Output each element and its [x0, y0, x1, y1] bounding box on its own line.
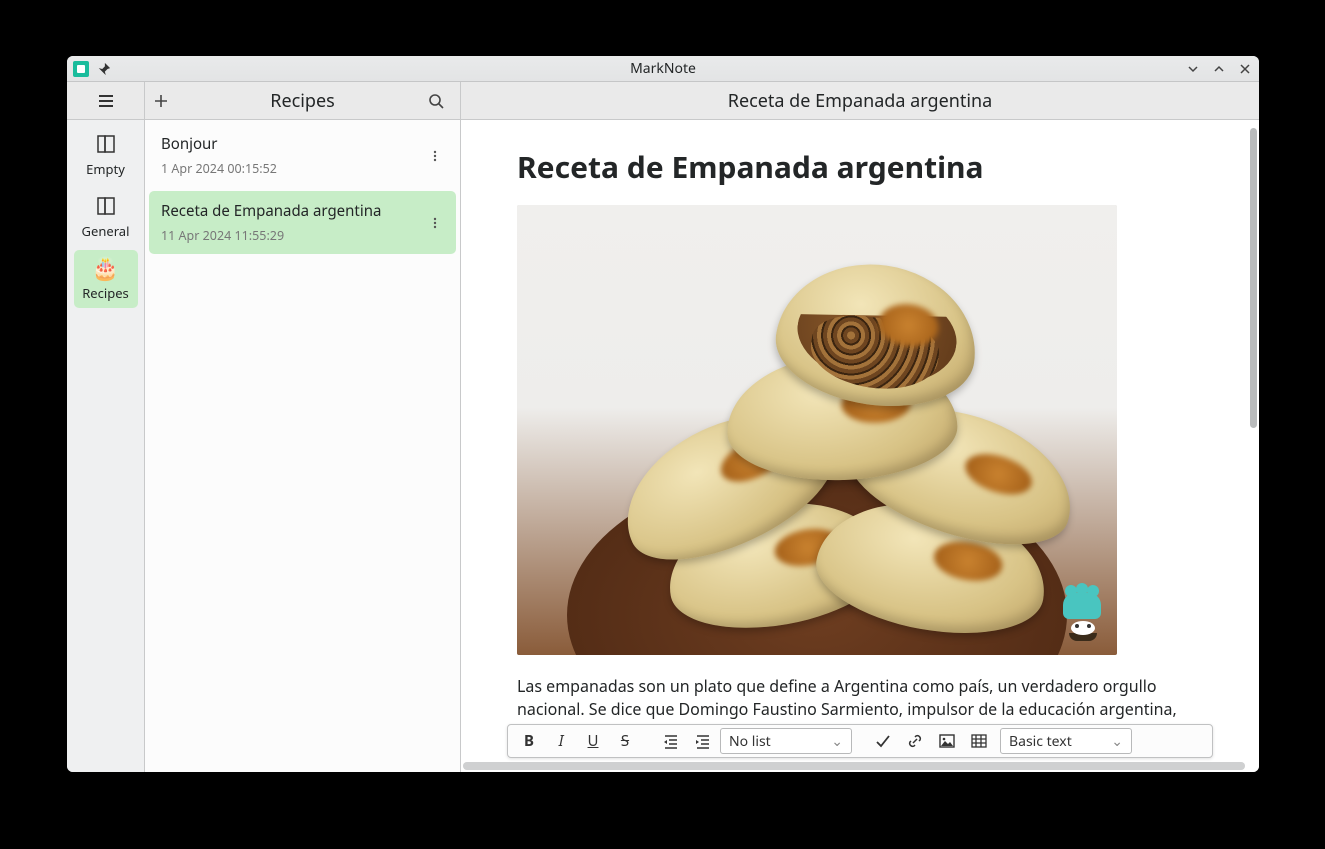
document-heading: Receta de Empanada argentina — [517, 146, 1203, 187]
chef-watermark-icon — [1063, 593, 1103, 641]
image-icon — [939, 733, 955, 749]
app-window: MarkNote Recipes Receta de Empanada arge… — [67, 56, 1259, 772]
check-icon — [875, 733, 891, 749]
window-title: MarkNote — [67, 59, 1259, 78]
note-more-button[interactable] — [426, 149, 444, 163]
chevron-down-icon: ⌄ — [1111, 732, 1123, 751]
document-image — [517, 205, 1117, 655]
main-body: Empty General 🎂 Recipes Bonjour 1 Apr 2024 0… — [67, 120, 1259, 772]
link-button[interactable] — [900, 728, 930, 754]
notes-header-label: Recipes — [177, 89, 428, 113]
minimize-button[interactable] — [1185, 61, 1201, 77]
checkmark-button[interactable] — [868, 728, 898, 754]
image-button[interactable] — [932, 728, 962, 754]
note-title: Receta de Empanada argentina — [161, 201, 418, 221]
app-icon — [73, 61, 89, 77]
link-icon — [907, 733, 923, 749]
note-more-button[interactable] — [426, 216, 444, 230]
italic-button[interactable]: I — [546, 728, 576, 754]
more-vertical-icon — [428, 216, 442, 230]
category-label: Recipes — [82, 284, 129, 302]
category-general[interactable]: General — [74, 188, 138, 246]
hamburger-icon — [97, 92, 115, 110]
strikethrough-button[interactable]: S — [610, 728, 640, 754]
table-button[interactable] — [964, 728, 994, 754]
category-empty[interactable]: Empty — [74, 126, 138, 184]
toolbar: Recipes Receta de Empanada argentina — [67, 82, 1259, 120]
pin-icon[interactable] — [97, 62, 111, 76]
editor-content[interactable]: Receta de Empanada argentina Las empanad… — [461, 120, 1259, 772]
indent-increase-icon — [695, 733, 711, 749]
editor-pane: Receta de Empanada argentina Las empanad… — [461, 120, 1259, 772]
scrollbar-vertical[interactable] — [1250, 128, 1257, 428]
text-style-label: Basic text — [1009, 732, 1072, 751]
format-toolbar: B I U S No list ⌄ — [507, 724, 1213, 758]
category-label: General — [82, 222, 130, 240]
notes-header: Recipes — [145, 82, 461, 119]
notes-list: Bonjour 1 Apr 2024 00:15:52 Receta de Empa… — [145, 120, 461, 772]
note-date: 1 Apr 2024 00:15:52 — [161, 160, 418, 177]
table-icon — [971, 733, 987, 749]
search-button[interactable] — [428, 93, 452, 109]
list-style-label: No list — [729, 732, 771, 751]
cake-icon: 🎂 — [94, 256, 118, 280]
category-recipes[interactable]: 🎂 Recipes — [74, 250, 138, 308]
note-item[interactable]: Bonjour 1 Apr 2024 00:15:52 — [149, 124, 456, 187]
close-button[interactable] — [1237, 61, 1253, 77]
window-controls — [1185, 61, 1253, 77]
bold-button[interactable]: B — [514, 728, 544, 754]
titlebar: MarkNote — [67, 56, 1259, 82]
more-vertical-icon — [428, 149, 442, 163]
search-icon — [428, 93, 444, 109]
maximize-button[interactable] — [1211, 61, 1227, 77]
indent-increase-button[interactable] — [688, 728, 718, 754]
hamburger-button[interactable] — [67, 82, 145, 119]
notebook-icon — [94, 194, 118, 218]
note-date: 11 Apr 2024 11:55:29 — [161, 227, 418, 244]
add-note-button[interactable] — [153, 93, 177, 109]
category-label: Empty — [86, 160, 125, 178]
notebook-icon — [94, 132, 118, 156]
plus-icon — [153, 93, 169, 109]
indent-decrease-icon — [663, 733, 679, 749]
category-rail: Empty General 🎂 Recipes — [67, 120, 145, 772]
text-style-select[interactable]: Basic text ⌄ — [1000, 728, 1132, 754]
indent-decrease-button[interactable] — [656, 728, 686, 754]
note-title: Bonjour — [161, 134, 418, 154]
chevron-down-icon: ⌄ — [831, 732, 843, 751]
underline-button[interactable]: U — [578, 728, 608, 754]
note-item[interactable]: Receta de Empanada argentina 11 Apr 2024 … — [149, 191, 456, 254]
scrollbar-horizontal[interactable] — [463, 762, 1245, 770]
document-header-label: Receta de Empanada argentina — [461, 89, 1259, 113]
list-style-select[interactable]: No list ⌄ — [720, 728, 852, 754]
